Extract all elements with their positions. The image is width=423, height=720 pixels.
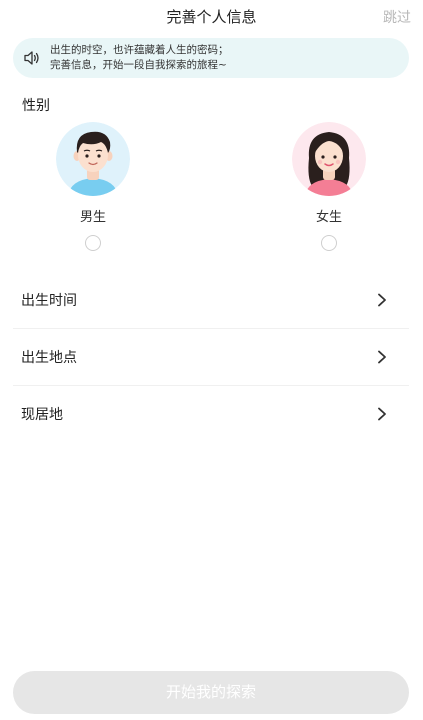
skip-button[interactable]: 跳过 xyxy=(383,7,411,27)
notice-line-2: 完善信息，开始一段自我探索的旅程~ xyxy=(50,59,227,71)
page-title: 完善个人信息 xyxy=(166,8,257,26)
chevron-right-icon xyxy=(378,350,386,364)
birth-time-row[interactable]: 出生时间 xyxy=(13,272,409,329)
birth-time-label: 出生时间 xyxy=(21,293,77,309)
current-residence-label: 现居地 xyxy=(21,407,63,423)
female-avatar[interactable] xyxy=(292,122,366,196)
gender-option-female[interactable]: 女生 xyxy=(291,122,367,251)
male-avatar[interactable] xyxy=(56,122,130,196)
info-field-list: 出生时间 出生地点 现居地 xyxy=(13,272,409,442)
intro-notice: 出生的时空，也许蕴藏着人生的密码； 完善信息，开始一段自我探索的旅程~ xyxy=(13,38,409,78)
chevron-right-icon xyxy=(378,293,386,307)
chevron-right-icon xyxy=(378,407,386,421)
birth-place-label: 出生地点 xyxy=(21,350,77,366)
gender-label-female: 女生 xyxy=(315,210,342,225)
speaker-icon[interactable] xyxy=(23,49,41,67)
gender-option-male[interactable]: 男生 xyxy=(55,122,131,251)
header: 完善个人信息 跳过 xyxy=(0,0,423,34)
gender-radio-male[interactable] xyxy=(85,235,101,251)
gender-label-male: 男生 xyxy=(79,210,106,225)
current-residence-row[interactable]: 现居地 xyxy=(13,386,409,442)
start-exploration-button[interactable]: 开始我的探索 xyxy=(13,671,409,714)
notice-text: 出生的时空，也许蕴藏着人生的密码； 完善信息，开始一段自我探索的旅程~ xyxy=(50,43,229,73)
gender-section-label: 性别 xyxy=(22,98,50,114)
birth-place-row[interactable]: 出生地点 xyxy=(13,329,409,386)
notice-line-1: 出生的时空，也许蕴藏着人生的密码； xyxy=(50,44,229,56)
gender-radio-female[interactable] xyxy=(321,235,337,251)
